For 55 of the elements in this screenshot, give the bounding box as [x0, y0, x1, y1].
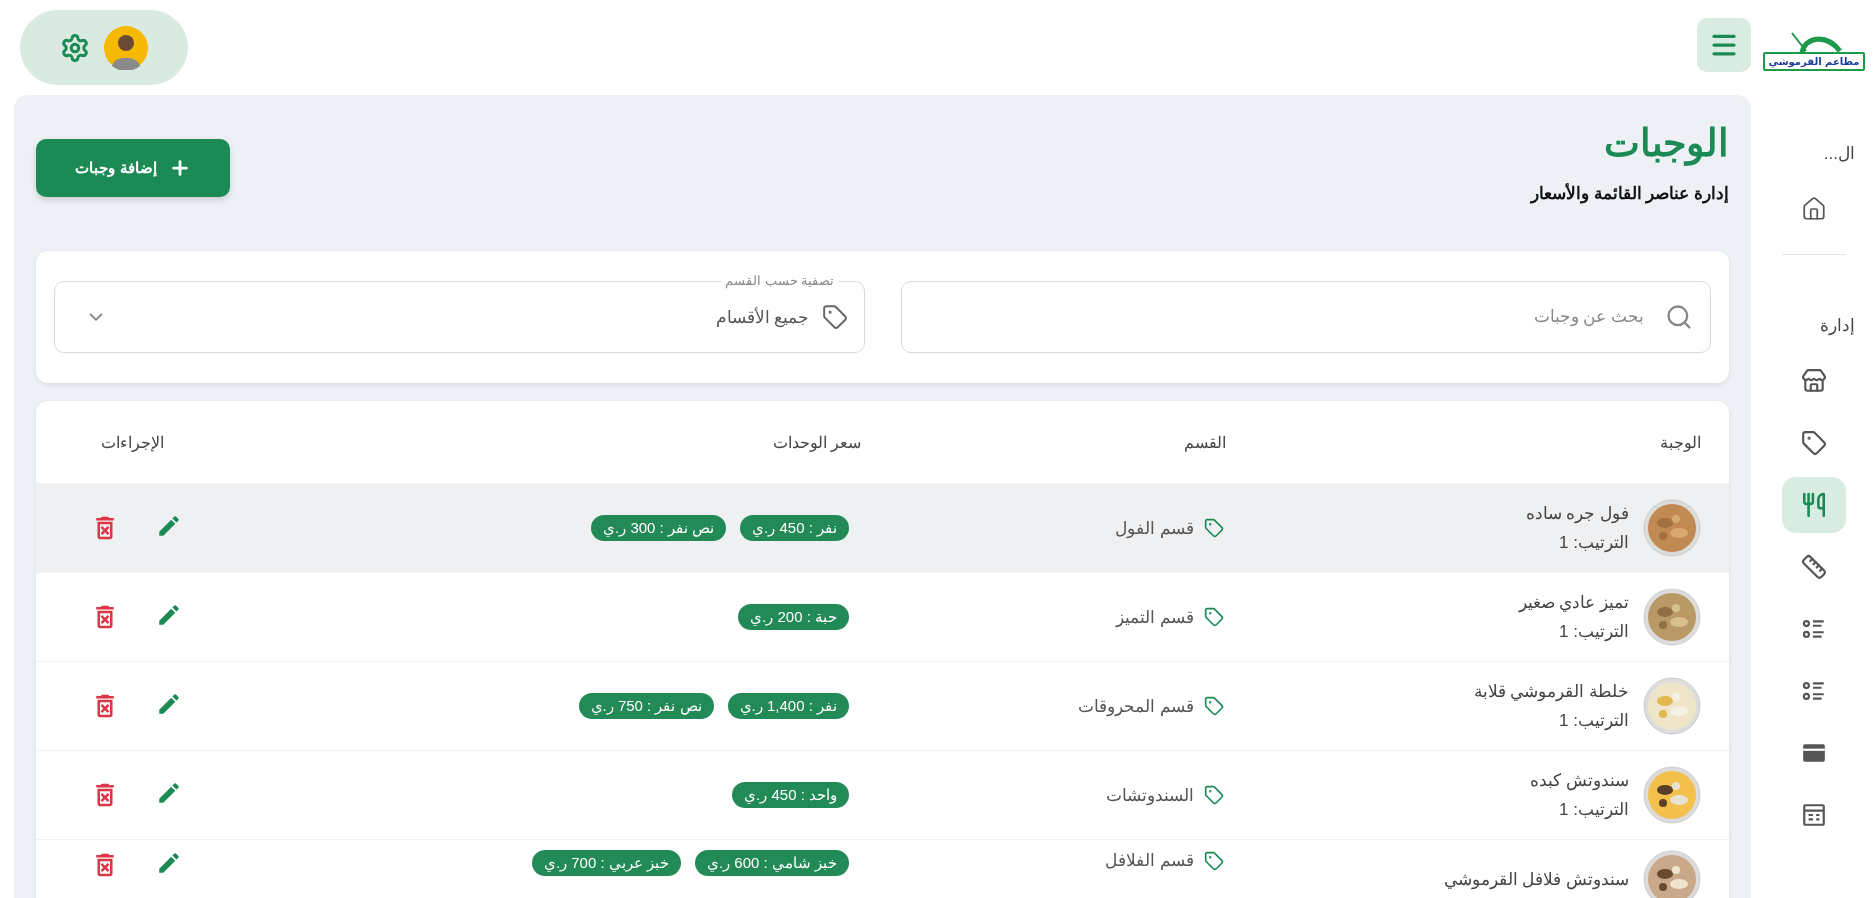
logo: مطاعم القرموشي — [1762, 51, 1866, 71]
price-badge: نفر : 1,400 ر.ي — [727, 693, 849, 719]
price-badge: واحد : 450 ر.ي — [732, 782, 849, 808]
price-badge: نفر : 450 ر.ي — [740, 515, 849, 541]
category-name: قسم الفلافل — [1105, 850, 1194, 871]
table-row[interactable]: فول جره ساده الترتيب: 1 قسم الفول نفر : 450 ر.ي نص نفر : 300 ر.ي — [36, 483, 1729, 572]
page-subtitle: إدارة عناصر القائمة والأسعار — [1530, 182, 1729, 204]
pencil-icon — [156, 513, 182, 539]
settings-icon[interactable] — [60, 32, 90, 63]
tag-icon — [1204, 696, 1224, 716]
field-label: تصفية حسب القسم — [721, 273, 839, 289]
price-badge: نص نفر : 750 ر.ي — [578, 693, 714, 719]
price-badge: خبز عربي : 700 ر.ي — [531, 850, 681, 876]
pencil-icon — [156, 602, 182, 628]
column-header: الوجبة — [1660, 432, 1701, 452]
category-name: قسم المحروقات — [1078, 695, 1194, 717]
price-badge: حبة : 200 ر.ي — [738, 604, 849, 630]
meal-order: الترتيب: 1 — [1558, 799, 1629, 820]
tag-icon — [1204, 607, 1224, 627]
meal-name: سندوتش فلافل القرموشي — [1443, 868, 1629, 890]
price-badge: نص نفر : 300 ر.ي — [591, 515, 727, 541]
meal-name: تميز عادي صغير — [1518, 592, 1629, 613]
pencil-icon — [156, 691, 182, 717]
pencil-icon — [156, 780, 182, 806]
meal-name: خلطة القرموشي قلابة — [1473, 681, 1629, 702]
page-title: الوجبات — [1603, 121, 1729, 167]
avatar[interactable] — [104, 25, 148, 70]
tag-icon — [1204, 785, 1224, 805]
category-name: السندوتشات — [1106, 784, 1194, 806]
table-row[interactable]: سندوتش فلافل القرموشي قسم الفلافل خبز شامي : 600 ر.ي خبز عربي : 700 ر.ي — [36, 839, 1729, 898]
meal-order: الترتيب: 1 — [1558, 532, 1629, 553]
utensils-icon[interactable] — [1782, 477, 1846, 533]
sidebar-heading: ال... — [1823, 143, 1855, 164]
tag-icon — [1204, 518, 1224, 538]
column-header: القسم — [1184, 432, 1226, 452]
price-badge: خبز شامي : 600 ر.ي — [694, 850, 849, 876]
table-row[interactable]: تميز عادي صغير الترتيب: 1 قسم التميز حبة : 200 ر.ي — [36, 572, 1729, 661]
search-field[interactable]: بحث عن وجبات — [900, 281, 1711, 353]
meal-name: فول جره ساده — [1525, 503, 1629, 524]
pencil-icon — [156, 850, 182, 876]
meal-order: الترتيب: 1 — [1558, 710, 1629, 731]
add-meal-button[interactable]: إضافة وجبات — [36, 139, 230, 197]
column-header: سعر الوحدات — [772, 432, 861, 452]
search-icon — [1665, 303, 1693, 331]
sidebar-heading: إدارة — [1820, 315, 1855, 336]
category-name: قسم الفول — [1115, 517, 1194, 539]
tag-icon — [821, 304, 848, 330]
menu-button[interactable] — [1697, 17, 1751, 72]
meal-name: سندوتش كبده — [1530, 770, 1629, 791]
tag-icon — [1204, 850, 1224, 871]
table-row[interactable]: خلطة القرموشي قلابة الترتيب: 1 قسم المحروقات نفر : 1,400 ر.ي نص نفر : 750 ر.ي — [36, 661, 1729, 750]
column-header: الإجراءات — [101, 432, 165, 452]
table-row[interactable]: سندوتش كبده الترتيب: 1 السندوتشات واحد : 450 ر.ي — [36, 750, 1729, 839]
meal-order: الترتيب: 1 — [1558, 621, 1629, 642]
category-name: قسم التميز — [1116, 606, 1194, 628]
